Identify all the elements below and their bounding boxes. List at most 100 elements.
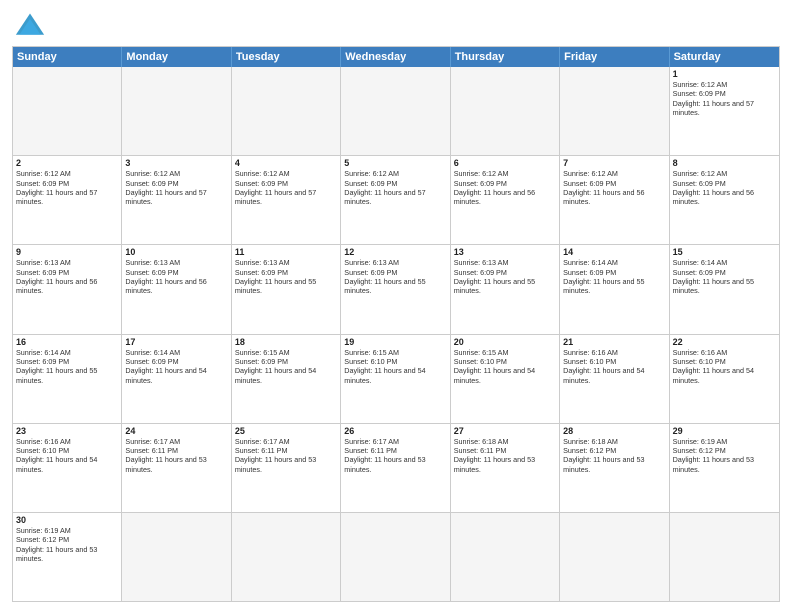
- cell-info: Sunrise: 6:12 AM Sunset: 6:09 PM Dayligh…: [673, 169, 776, 206]
- cal-cell: 27Sunrise: 6:18 AM Sunset: 6:11 PM Dayli…: [451, 424, 560, 512]
- calendar: SundayMondayTuesdayWednesdayThursdayFrid…: [12, 46, 780, 602]
- cell-info: Sunrise: 6:12 AM Sunset: 6:09 PM Dayligh…: [344, 169, 446, 206]
- day-header-thursday: Thursday: [451, 47, 560, 67]
- day-number: 11: [235, 247, 337, 257]
- cal-cell: 14Sunrise: 6:14 AM Sunset: 6:09 PM Dayli…: [560, 245, 669, 333]
- day-number: 30: [16, 515, 118, 525]
- cell-info: Sunrise: 6:14 AM Sunset: 6:09 PM Dayligh…: [563, 258, 665, 295]
- logo-icon: [12, 10, 48, 40]
- cell-info: Sunrise: 6:15 AM Sunset: 6:10 PM Dayligh…: [344, 348, 446, 385]
- cal-cell: [13, 67, 122, 155]
- day-header-friday: Friday: [560, 47, 669, 67]
- day-number: 12: [344, 247, 446, 257]
- day-number: 22: [673, 337, 776, 347]
- cal-cell: [670, 513, 779, 601]
- cal-cell: 25Sunrise: 6:17 AM Sunset: 6:11 PM Dayli…: [232, 424, 341, 512]
- calendar-header: SundayMondayTuesdayWednesdayThursdayFrid…: [13, 47, 779, 67]
- day-number: 5: [344, 158, 446, 168]
- cal-cell: [341, 67, 450, 155]
- cal-cell: [451, 67, 560, 155]
- day-number: 18: [235, 337, 337, 347]
- cal-cell: 2Sunrise: 6:12 AM Sunset: 6:09 PM Daylig…: [13, 156, 122, 244]
- cell-info: Sunrise: 6:12 AM Sunset: 6:09 PM Dayligh…: [125, 169, 227, 206]
- cal-cell: [560, 513, 669, 601]
- day-number: 3: [125, 158, 227, 168]
- day-number: 25: [235, 426, 337, 436]
- cal-cell: 4Sunrise: 6:12 AM Sunset: 6:09 PM Daylig…: [232, 156, 341, 244]
- cal-cell: 22Sunrise: 6:16 AM Sunset: 6:10 PM Dayli…: [670, 335, 779, 423]
- cal-cell: 16Sunrise: 6:14 AM Sunset: 6:09 PM Dayli…: [13, 335, 122, 423]
- header: [12, 10, 780, 40]
- cal-cell: 28Sunrise: 6:18 AM Sunset: 6:12 PM Dayli…: [560, 424, 669, 512]
- cell-info: Sunrise: 6:17 AM Sunset: 6:11 PM Dayligh…: [344, 437, 446, 474]
- day-header-saturday: Saturday: [670, 47, 779, 67]
- cell-info: Sunrise: 6:14 AM Sunset: 6:09 PM Dayligh…: [125, 348, 227, 385]
- day-header-tuesday: Tuesday: [232, 47, 341, 67]
- day-number: 16: [16, 337, 118, 347]
- day-number: 14: [563, 247, 665, 257]
- day-number: 29: [673, 426, 776, 436]
- day-number: 4: [235, 158, 337, 168]
- cell-info: Sunrise: 6:12 AM Sunset: 6:09 PM Dayligh…: [235, 169, 337, 206]
- cal-cell: [341, 513, 450, 601]
- cal-cell: 10Sunrise: 6:13 AM Sunset: 6:09 PM Dayli…: [122, 245, 231, 333]
- week-row-1: 1Sunrise: 6:12 AM Sunset: 6:09 PM Daylig…: [13, 67, 779, 155]
- cal-cell: 6Sunrise: 6:12 AM Sunset: 6:09 PM Daylig…: [451, 156, 560, 244]
- cal-cell: 9Sunrise: 6:13 AM Sunset: 6:09 PM Daylig…: [13, 245, 122, 333]
- day-number: 2: [16, 158, 118, 168]
- page: SundayMondayTuesdayWednesdayThursdayFrid…: [0, 0, 792, 612]
- cal-cell: 13Sunrise: 6:13 AM Sunset: 6:09 PM Dayli…: [451, 245, 560, 333]
- day-number: 1: [673, 69, 776, 79]
- cal-cell: 30Sunrise: 6:19 AM Sunset: 6:12 PM Dayli…: [13, 513, 122, 601]
- cal-cell: 12Sunrise: 6:13 AM Sunset: 6:09 PM Dayli…: [341, 245, 450, 333]
- cal-cell: [451, 513, 560, 601]
- cal-cell: [560, 67, 669, 155]
- day-number: 20: [454, 337, 556, 347]
- cell-info: Sunrise: 6:13 AM Sunset: 6:09 PM Dayligh…: [125, 258, 227, 295]
- week-row-6: 30Sunrise: 6:19 AM Sunset: 6:12 PM Dayli…: [13, 512, 779, 601]
- cal-cell: 19Sunrise: 6:15 AM Sunset: 6:10 PM Dayli…: [341, 335, 450, 423]
- day-number: 9: [16, 247, 118, 257]
- cal-cell: 8Sunrise: 6:12 AM Sunset: 6:09 PM Daylig…: [670, 156, 779, 244]
- cell-info: Sunrise: 6:12 AM Sunset: 6:09 PM Dayligh…: [563, 169, 665, 206]
- cell-info: Sunrise: 6:14 AM Sunset: 6:09 PM Dayligh…: [673, 258, 776, 295]
- cal-cell: 1Sunrise: 6:12 AM Sunset: 6:09 PM Daylig…: [670, 67, 779, 155]
- day-number: 6: [454, 158, 556, 168]
- cal-cell: 11Sunrise: 6:13 AM Sunset: 6:09 PM Dayli…: [232, 245, 341, 333]
- cal-cell: 5Sunrise: 6:12 AM Sunset: 6:09 PM Daylig…: [341, 156, 450, 244]
- cell-info: Sunrise: 6:15 AM Sunset: 6:10 PM Dayligh…: [454, 348, 556, 385]
- logo: [12, 10, 52, 40]
- day-number: 28: [563, 426, 665, 436]
- cal-cell: [232, 67, 341, 155]
- cal-cell: [122, 67, 231, 155]
- cell-info: Sunrise: 6:13 AM Sunset: 6:09 PM Dayligh…: [454, 258, 556, 295]
- cell-info: Sunrise: 6:16 AM Sunset: 6:10 PM Dayligh…: [563, 348, 665, 385]
- cell-info: Sunrise: 6:19 AM Sunset: 6:12 PM Dayligh…: [673, 437, 776, 474]
- day-number: 19: [344, 337, 446, 347]
- day-number: 13: [454, 247, 556, 257]
- cell-info: Sunrise: 6:18 AM Sunset: 6:11 PM Dayligh…: [454, 437, 556, 474]
- day-number: 10: [125, 247, 227, 257]
- day-number: 15: [673, 247, 776, 257]
- cell-info: Sunrise: 6:16 AM Sunset: 6:10 PM Dayligh…: [673, 348, 776, 385]
- cal-cell: [122, 513, 231, 601]
- cell-info: Sunrise: 6:12 AM Sunset: 6:09 PM Dayligh…: [673, 80, 776, 117]
- week-row-4: 16 Sunrise: 6:14 AM Sunset: 6:09 PM Dayli…: [13, 334, 779, 423]
- cal-cell: 24Sunrise: 6:17 AM Sunset: 6:11 PM Dayli…: [122, 424, 231, 512]
- day-number: 23: [16, 426, 118, 436]
- day-number: 8: [673, 158, 776, 168]
- cal-cell: 26Sunrise: 6:17 AM Sunset: 6:11 PM Dayli…: [341, 424, 450, 512]
- day-number: 17: [125, 337, 227, 347]
- cal-cell: [232, 513, 341, 601]
- cal-cell: 7Sunrise: 6:12 AM Sunset: 6:09 PM Daylig…: [560, 156, 669, 244]
- day-header-wednesday: Wednesday: [341, 47, 450, 67]
- day-number: 7: [563, 158, 665, 168]
- cal-cell: 17Sunrise: 6:14 AM Sunset: 6:09 PM Dayli…: [122, 335, 231, 423]
- cal-cell: 23Sunrise: 6:16 AM Sunset: 6:10 PM Dayli…: [13, 424, 122, 512]
- cell-info: Sunrise: 6:17 AM Sunset: 6:11 PM Dayligh…: [125, 437, 227, 474]
- cell-info: Sunrise: 6:19 AM Sunset: 6:12 PM Dayligh…: [16, 526, 118, 563]
- cell-info: Sunrise: 6:12 AM Sunset: 6:09 PM Dayligh…: [454, 169, 556, 206]
- calendar-body: 1Sunrise: 6:12 AM Sunset: 6:09 PM Daylig…: [13, 67, 779, 601]
- cell-info: Sunrise: 6:13 AM Sunset: 6:09 PM Dayligh…: [16, 258, 118, 295]
- day-header-monday: Monday: [122, 47, 231, 67]
